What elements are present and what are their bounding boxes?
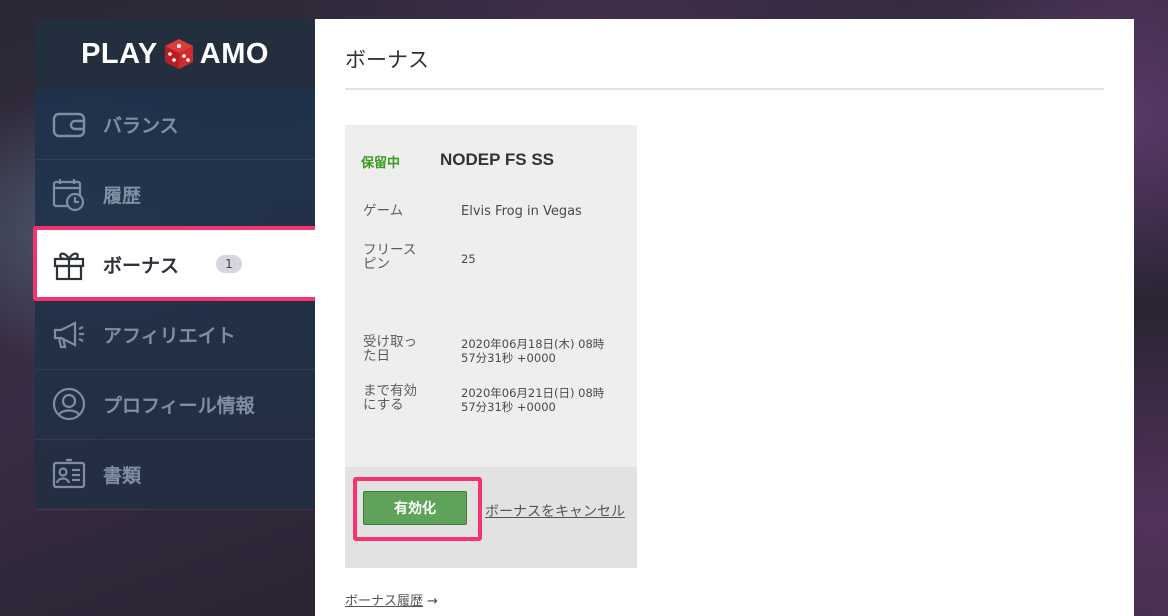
status-badge: 保留中: [361, 156, 401, 171]
bonus-history-link[interactable]: ボーナス履歴 →: [345, 590, 438, 609]
logo-bar: PLAY AMO: [35, 19, 315, 89]
sidebar-item-label: 書類: [103, 465, 142, 487]
bonus-count-badge: 1: [216, 255, 242, 273]
bonus-card: 保留中 NODEP FS SS ゲーム Elvis Frog in Vegas …: [345, 125, 637, 568]
row-value-freespins: 25: [461, 252, 476, 266]
logo-text-left: PLAY: [81, 37, 158, 70]
bonus-history-label: ボーナス履歴: [345, 594, 424, 609]
sidebar-item-affiliate[interactable]: アフィリエイト: [35, 299, 315, 370]
row-value-valid-until: 2020年06月21日(日) 08時57分31秒 +0000: [461, 386, 605, 414]
sidebar-item-profile[interactable]: プロフィール情報: [35, 369, 315, 440]
playamo-logo[interactable]: PLAY AMO: [81, 37, 269, 71]
sidebar-item-documents[interactable]: 書類: [35, 439, 315, 510]
sidebar-item-balance[interactable]: バランス: [35, 89, 315, 160]
sidebar-item-label: バランス: [103, 115, 179, 137]
user-icon: [51, 386, 87, 422]
row-label-freespins: フリースピン: [363, 242, 417, 272]
calendar-clock-icon: [51, 176, 87, 212]
sidebar: PLAY AMO バランス 履歴 ボーナス 1 アフィリエイト プロフィール情報…: [35, 19, 315, 510]
page-title: ボーナス: [345, 48, 429, 72]
row-label-game: ゲーム: [363, 203, 404, 219]
id-card-icon: [51, 456, 87, 492]
sidebar-item-label: ボーナス: [103, 255, 180, 277]
dice-icon: [164, 39, 193, 69]
cancel-bonus-link[interactable]: ボーナスをキャンセル: [485, 499, 625, 525]
sidebar-item-history[interactable]: 履歴: [35, 159, 315, 230]
sidebar-item-label: アフィリエイト: [103, 325, 236, 347]
row-value-game: Elvis Frog in Vegas: [461, 204, 582, 219]
title-divider: [345, 88, 1104, 90]
row-label-valid-until: まで有効にする: [363, 383, 417, 413]
bonus-name: NODEP FS SS: [440, 150, 554, 169]
gift-icon: [51, 246, 87, 282]
arrow-right-icon: →: [427, 594, 438, 609]
megaphone-icon: [51, 316, 87, 352]
logo-text-right: AMO: [199, 37, 269, 70]
activate-button[interactable]: 有効化: [363, 491, 467, 525]
sidebar-item-label: プロフィール情報: [103, 395, 255, 417]
row-value-received: 2020年06月18日(木) 08時57分31秒 +0000: [461, 337, 605, 365]
sidebar-item-bonus[interactable]: ボーナス 1: [35, 229, 315, 300]
wallet-icon: [51, 106, 87, 142]
sidebar-item-label: 履歴: [103, 185, 142, 207]
row-label-received: 受け取った日: [363, 334, 417, 364]
main-panel: ボーナス 保留中 NODEP FS SS ゲーム Elvis Frog in V…: [315, 19, 1134, 616]
